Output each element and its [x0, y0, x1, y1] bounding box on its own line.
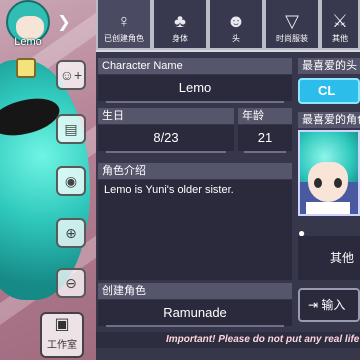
add-person-icon[interactable]: ☺+ — [56, 60, 86, 90]
tab-head[interactable]: ☻ 头 — [208, 0, 264, 50]
bag-icon[interactable] — [16, 58, 36, 78]
zoom-in-glyph: ⊕ — [65, 224, 77, 241]
camera-icon: ▣ — [54, 316, 70, 333]
import-button[interactable]: ⇥ 输入 — [298, 288, 360, 322]
id-card-glyph: ▤ — [64, 120, 78, 137]
jacket-icon: ♣ — [174, 11, 186, 31]
import-label: 输入 — [321, 298, 346, 312]
import-icon: ⇥ — [308, 298, 319, 312]
tab-fashion[interactable]: ▽ 时尚服装 — [264, 0, 320, 50]
tab-body[interactable]: ♣ 身体 — [152, 0, 208, 50]
tab-label: 时尚服装 — [276, 34, 308, 43]
studio-label: 工作室 — [47, 340, 77, 351]
tab-label: 身体 — [172, 34, 188, 43]
creator-input[interactable]: Ramunade — [98, 300, 292, 326]
profile-label: 角色介绍 — [98, 163, 292, 179]
figure-icon: ♀ — [117, 11, 131, 31]
studio-button[interactable]: ▣ 工作室 — [40, 312, 84, 358]
add-person-glyph: ☺+ — [59, 67, 83, 83]
favorite-head-label: 最喜爱的头 — [298, 58, 360, 74]
eye-icon[interactable]: ◉ — [56, 166, 86, 196]
tab-label: 已创建角色 — [104, 34, 144, 43]
favorite-character-label: 最喜爱的角色 — [298, 112, 360, 128]
other-button[interactable]: 其他 — [298, 236, 360, 280]
birthday-input[interactable]: 8/23 — [98, 125, 234, 151]
input-underline — [106, 325, 284, 327]
birthday-label: 生日 — [98, 108, 234, 124]
sword-icon: ⚔ — [331, 11, 349, 31]
tab-other[interactable]: ⚔ 其他 — [320, 0, 360, 50]
chevron-right-icon[interactable]: ❯ — [55, 14, 73, 32]
age-label: 年龄 — [238, 108, 292, 124]
input-underline — [106, 101, 284, 103]
category-tabs: ♀ 已创建角色 ♣ 身体 ☻ 头 ▽ 时尚服装 ⚔ 其他 — [96, 0, 360, 52]
favorite-head-button[interactable]: CL — [298, 78, 360, 104]
zoom-in-icon[interactable]: ⊕ — [56, 218, 86, 248]
id-card-icon[interactable]: ▤ — [56, 114, 86, 144]
character-name-tag: Lemo — [14, 36, 42, 48]
portrait-eye — [314, 178, 322, 188]
character-name-label: Character Name — [98, 58, 292, 74]
creator-label: 创建角色 — [98, 283, 292, 299]
zoom-out-icon[interactable]: ⊖ — [56, 268, 86, 298]
eye-glyph: ◉ — [64, 172, 78, 189]
profile-textarea[interactable]: Lemo is Yuni's older sister. — [98, 180, 292, 280]
tab-label: 其他 — [332, 34, 348, 43]
portrait-body — [306, 202, 350, 214]
portrait-eye — [334, 178, 342, 188]
tab-label: 头 — [232, 34, 240, 43]
warning-text: Important! Please do not put any real li… — [96, 332, 360, 348]
tab-created-characters[interactable]: ♀ 已创建角色 — [96, 0, 152, 50]
zoom-out-glyph: ⊖ — [65, 274, 77, 291]
favorite-character-portrait[interactable] — [298, 130, 360, 216]
input-underline — [244, 151, 286, 153]
character-name-input[interactable]: Lemo — [98, 75, 292, 101]
age-input[interactable]: 21 — [238, 125, 292, 151]
head-icon: ☻ — [226, 11, 246, 31]
shirt-icon: ▽ — [285, 11, 299, 31]
input-underline — [106, 151, 226, 153]
